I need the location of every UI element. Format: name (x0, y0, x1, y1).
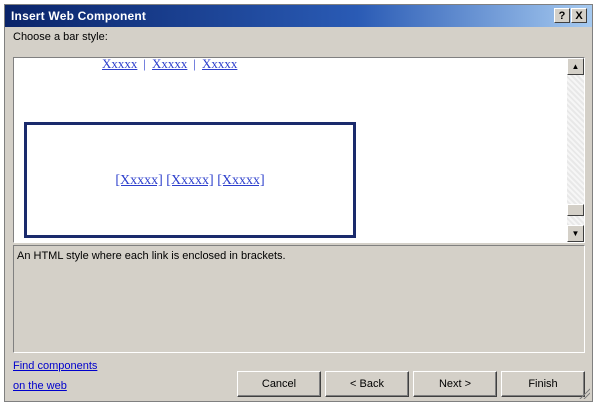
style-description: An HTML style where each link is enclose… (13, 245, 585, 353)
pipe-style-link: Xxxxx (202, 57, 238, 71)
bracket-style-preview: [Xxxxx] [Xxxxx] [Xxxxx] (27, 173, 353, 189)
triangle-down-icon: ▼ (571, 229, 580, 238)
pipe-separator: | (193, 57, 196, 71)
back-button[interactable]: < Back (325, 371, 409, 397)
scroll-up-button[interactable]: ▲ (567, 58, 584, 75)
pipe-style-link: Xxxxx (102, 57, 138, 71)
cancel-button[interactable]: Cancel (237, 371, 321, 397)
help-button[interactable]: ? (554, 8, 570, 23)
bar-style-label: Choose a bar style: (13, 31, 108, 43)
title-bar: Insert Web Component ? X (5, 5, 592, 27)
style-option-pipes[interactable]: Xxxxx | Xxxxx | Xxxxx (102, 57, 238, 72)
bracket-style-link: [Xxxxx] (217, 173, 265, 188)
bracket-style-link: [Xxxxx] (115, 173, 163, 188)
scroll-thumb[interactable] (567, 204, 584, 216)
vertical-scrollbar[interactable]: ▲ ▼ (567, 58, 584, 242)
pipe-style-link: Xxxxx (152, 57, 188, 71)
dialog-title: Insert Web Component (11, 9, 147, 23)
find-components-link[interactable]: Find components (13, 360, 97, 372)
style-option-brackets-selected[interactable]: [Xxxxx] [Xxxxx] [Xxxxx] (24, 122, 356, 238)
next-button[interactable]: Next > (413, 371, 497, 397)
find-components-link-line2[interactable]: on the web (13, 380, 67, 392)
triangle-up-icon: ▲ (571, 62, 580, 71)
close-button[interactable]: X (571, 8, 587, 23)
finish-button[interactable]: Finish (501, 371, 585, 397)
pipe-separator: | (143, 57, 146, 71)
resize-grip-icon[interactable] (578, 387, 590, 399)
bar-style-list[interactable]: Xxxxx | Xxxxx | Xxxxx [Xxxxx] [Xxxxx] [Xxxxx… (13, 57, 585, 243)
insert-web-component-dialog: Insert Web Component ? X Choose a bar st… (4, 4, 593, 402)
bracket-style-link: [Xxxxx] (166, 173, 214, 188)
scroll-down-button[interactable]: ▼ (567, 225, 584, 242)
